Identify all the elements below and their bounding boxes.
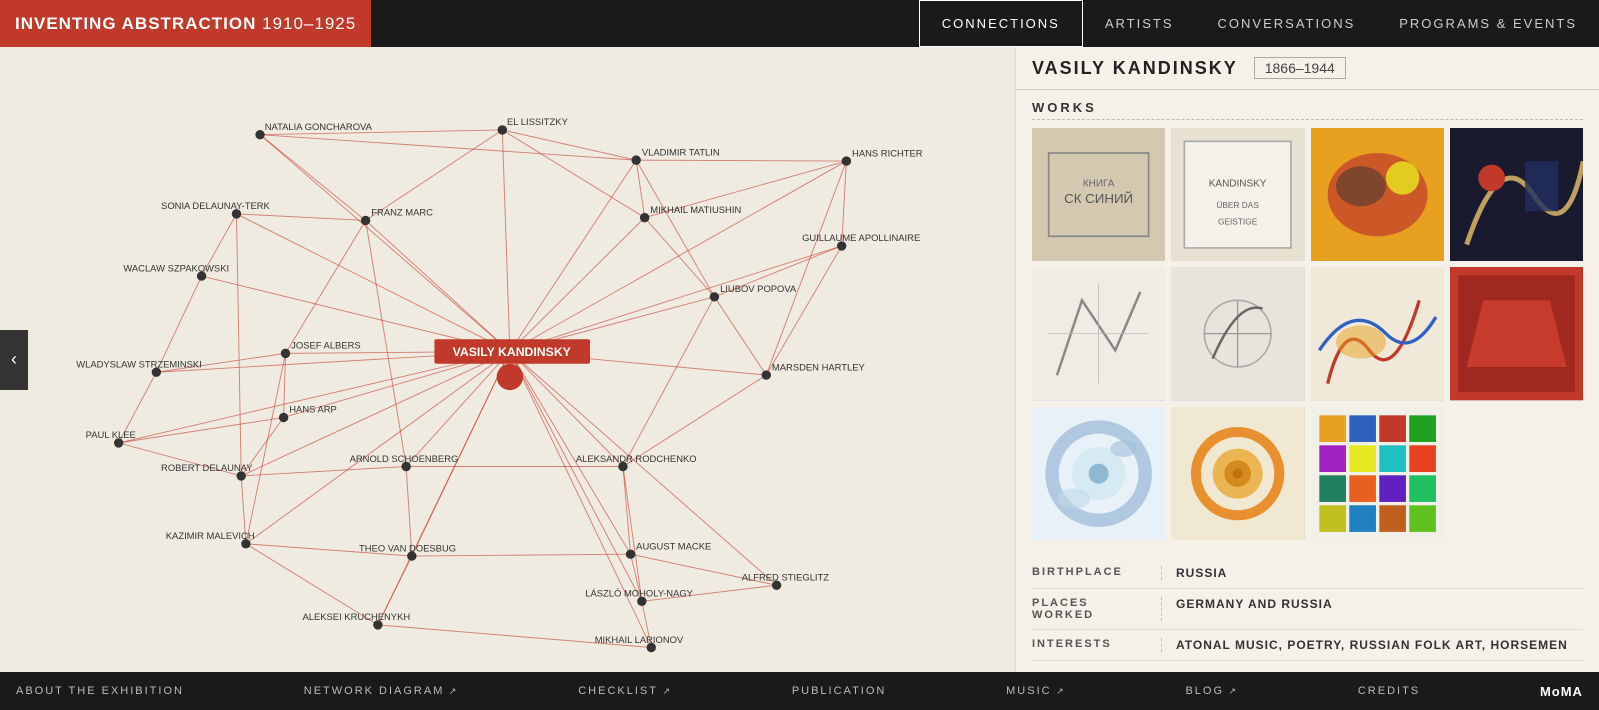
work-thumb-9[interactable] — [1032, 407, 1165, 540]
prev-button[interactable]: ‹ — [0, 330, 28, 390]
label-strzeminski: WLADYSLAW STRZEMINSKI — [76, 359, 202, 370]
interests-label: INTERESTS — [1032, 638, 1162, 652]
node-arp[interactable] — [279, 413, 288, 422]
node-hartley[interactable] — [762, 370, 771, 379]
label-albers: JOSEF ALBERS — [291, 340, 361, 351]
footer-music[interactable]: MUSIC — [1006, 685, 1066, 697]
places-row: PLACESWORKED GERMANY AND RUSSIA — [1032, 589, 1583, 630]
label-malevich: KAZIMIR MALEVICH — [166, 530, 255, 541]
node-tatlin[interactable] — [631, 155, 640, 164]
footer: ABOUT THE EXHIBITION NETWORK DIAGRAM CHE… — [0, 672, 1599, 710]
footer-network[interactable]: NETWORK DIAGRAM — [304, 685, 459, 697]
artist-years: 1866–1944 — [1254, 57, 1346, 79]
center-node-label[interactable]: VASILY KANDINSKY — [453, 345, 571, 359]
label-soniadelaunay: SONIA DELAUNAY-TERK — [161, 200, 270, 211]
work-thumb-6[interactable] — [1171, 267, 1304, 400]
label-stieglitz: ALFRED STIEGLITZ — [742, 572, 830, 583]
label-klee: PAUL KLEE — [86, 429, 136, 440]
works-grid: СК СИНИЙ КНИГА KANDINSKY ÜBER DAS GEISTI… — [1032, 128, 1583, 540]
nav-conversations[interactable]: CONVERSATIONS — [1196, 0, 1378, 47]
label-larionov: MIKHAIL LARIONOV — [595, 634, 684, 645]
node-matiushin[interactable] — [640, 213, 649, 222]
network-svg: NATALIA GONCHAROVA EL LISSITZKY VLADIMIR… — [0, 47, 1015, 672]
places-label: PLACESWORKED — [1032, 597, 1162, 621]
svg-text:СК СИНИЙ: СК СИНИЙ — [1064, 191, 1133, 206]
node-richter[interactable] — [842, 156, 851, 165]
header: INVENTING ABSTRACTION 1910–1925 CONNECTI… — [0, 0, 1599, 47]
node-albers[interactable] — [281, 349, 290, 358]
work-thumb-3[interactable] — [1311, 128, 1444, 261]
title-text: INVENTING ABSTRACTION — [15, 14, 256, 34]
node-goncharova[interactable] — [255, 130, 264, 139]
label-schoenberg: ARNOLD SCHOENBERG — [350, 453, 459, 464]
label-moholy: LÁSZLÓ MOHOLY-NAGY — [585, 588, 693, 599]
interests-row: INTERESTS ATONAL MUSIC, POETRY, RUSSIAN … — [1032, 630, 1583, 661]
label-arp: HANS ARP — [289, 404, 337, 415]
footer-blog[interactable]: BLOG — [1185, 685, 1238, 697]
works-label: WORKS — [1032, 100, 1583, 120]
work-thumb-1[interactable]: СК СИНИЙ КНИГА — [1032, 128, 1165, 261]
nav-programs[interactable]: PROGRAMS & EVENTS — [1377, 0, 1599, 47]
birthplace-row: BIRTHPLACE RUSSIA — [1032, 558, 1583, 589]
work-thumb-5[interactable] — [1032, 267, 1165, 400]
footer-publication[interactable]: PUBLICATION — [792, 685, 887, 697]
label-hartley: MARSDEN HARTLEY — [772, 361, 866, 372]
nav-connections[interactable]: CONNECTIONS — [919, 0, 1083, 47]
label-goncharova: NATALIA GONCHAROVA — [265, 121, 373, 132]
birthplace-value: RUSSIA — [1162, 566, 1227, 580]
node-popova[interactable] — [710, 292, 719, 301]
artist-header: VASILY KANDINSKY 1866–1944 — [1016, 47, 1599, 90]
label-tatlin: VLADIMIR TATLIN — [642, 146, 720, 157]
footer-about[interactable]: ABOUT THE EXHIBITION — [16, 685, 184, 697]
label-franzmarc: FRANZ MARC — [371, 207, 433, 218]
work-thumb-2[interactable]: KANDINSKY ÜBER DAS GEISTIGE — [1171, 128, 1304, 261]
label-rodchenko: ALEKSANDR RODCHENKO — [576, 453, 697, 464]
work-thumb-7[interactable] — [1311, 267, 1444, 400]
label-kruchenykh: ALEKSEI KRUCHENYKH — [302, 611, 410, 622]
places-value: GERMANY AND RUSSIA — [1162, 597, 1333, 621]
footer-checklist[interactable]: CHECKLIST — [578, 685, 672, 697]
label-robertdelaunay: ROBERT DELAUNAY — [161, 462, 253, 473]
svg-text:KANDINSKY: KANDINSKY — [1209, 178, 1267, 189]
work-thumb-4[interactable] — [1450, 128, 1583, 261]
work-thumb-10[interactable] — [1171, 407, 1304, 540]
network-nodes[interactable]: NATALIA GONCHAROVA EL LISSITZKY VLADIMIR… — [76, 116, 923, 652]
works-section: WORKS СК СИНИЙ КНИГА KANDINSKY — [1016, 90, 1599, 550]
node-lissitzky[interactable] — [498, 125, 507, 134]
work-thumb-8[interactable] — [1450, 267, 1583, 400]
birthplace-label: BIRTHPLACE — [1032, 566, 1162, 580]
footer-credits[interactable]: CREDITS — [1358, 685, 1420, 697]
interests-value: ATONAL MUSIC, POETRY, RUSSIAN FOLK ART, … — [1162, 638, 1568, 652]
label-szpakowski: WACLAW SZPAKOWSKI — [123, 262, 229, 273]
moma-logo: MoMA — [1540, 684, 1583, 699]
work-thumb-11[interactable] — [1311, 407, 1444, 540]
label-matiushin: MIKHAIL MATIUSHIN — [650, 204, 741, 215]
label-apollinaire: GUILLAUME APOLLINAIRE — [802, 232, 920, 243]
info-section: BIRTHPLACE RUSSIA PLACESWORKED GERMANY A… — [1016, 550, 1599, 669]
title-years: 1910–1925 — [262, 14, 356, 34]
label-lissitzky: EL LISSITZKY — [507, 116, 569, 127]
artist-name: VASILY KANDINSKY — [1032, 58, 1238, 79]
main-nav: CONNECTIONS ARTISTS CONVERSATIONS PROGRA… — [371, 0, 1599, 47]
label-macke: AUGUST MACKE — [636, 540, 711, 551]
site-title: INVENTING ABSTRACTION 1910–1925 — [0, 0, 371, 47]
svg-text:GEISTIGE: GEISTIGE — [1218, 217, 1258, 227]
label-popova: LIUBOV POPOVA — [720, 283, 797, 294]
node-franzmarc[interactable] — [361, 216, 370, 225]
node-macke[interactable] — [626, 549, 635, 558]
artist-panel: VASILY KANDINSKY 1866–1944 WORKS СК СИНИ… — [1015, 47, 1599, 672]
svg-text:КНИГА: КНИГА — [1083, 178, 1115, 189]
svg-text:ÜBER DAS: ÜBER DAS — [1217, 200, 1260, 210]
nav-artists[interactable]: ARTISTS — [1083, 0, 1196, 47]
network-diagram: ‹ — [0, 47, 1015, 672]
label-vandoesburg: THEO VAN DOESBUG — [359, 542, 456, 553]
center-node-inner — [502, 369, 517, 384]
main-content: ‹ — [0, 47, 1599, 672]
label-richter: HANS RICHTER — [852, 147, 923, 158]
